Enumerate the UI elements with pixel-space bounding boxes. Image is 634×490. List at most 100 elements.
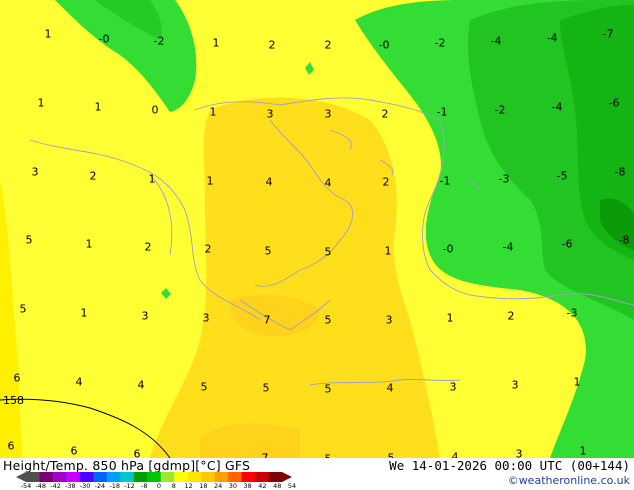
grid-value: 3: [141, 309, 149, 323]
scale-swatch: [255, 472, 270, 482]
grid-value: 1: [37, 96, 45, 110]
scale-swatch: [106, 472, 121, 482]
scale-tick-label: -24: [94, 482, 106, 490]
grid-value: 2: [204, 242, 212, 256]
grid-value: 1: [579, 444, 587, 458]
grid-value: 4: [137, 378, 145, 392]
scale-swatch: [160, 472, 175, 482]
map-fields: [0, 0, 634, 458]
scale-swatch: [133, 472, 148, 482]
grid-value: 2: [268, 38, 276, 52]
grid-value: 1: [94, 100, 102, 114]
grid-value: 4: [324, 176, 332, 190]
scale-swatch: [147, 472, 162, 482]
grid-value: 5: [264, 244, 272, 258]
scale-tick-label: 48: [273, 482, 282, 490]
grid-value: 2: [382, 175, 390, 189]
grid-value: -5: [556, 169, 568, 183]
grid-value: 5: [200, 380, 208, 394]
grid-value: 3: [31, 165, 39, 179]
grid-value: 3: [385, 313, 393, 327]
valid-time: We 14-01-2026 00:00 UTC (00+144): [389, 458, 630, 473]
grid-value: -2: [494, 103, 506, 117]
scale-swatch: [93, 472, 108, 482]
scale-swatch: [268, 472, 283, 482]
scale-tick-label: 0: [156, 482, 162, 490]
grid-value: 1: [206, 174, 214, 188]
scale-tick-label: -48: [35, 482, 47, 490]
grid-value: 3: [515, 447, 523, 459]
scale-tick-label: 54: [287, 482, 297, 490]
scale-swatch: [214, 472, 229, 482]
scale-swatch: [120, 472, 135, 482]
grid-value: -1: [439, 174, 451, 188]
scale-tick-label: -18: [109, 482, 120, 490]
scale-swatch: [66, 472, 81, 482]
grid-value: -3: [566, 306, 578, 320]
grid-value: 1: [85, 237, 93, 251]
grid-value: 6: [7, 439, 15, 453]
grid-value: 1: [573, 375, 581, 389]
grid-value: -0: [442, 242, 454, 256]
grid-value: 3: [511, 378, 519, 392]
color-scale: [16, 472, 292, 482]
grid-value: 5: [19, 302, 27, 316]
grid-value: 5: [262, 381, 270, 395]
scale-tick-label: -54: [20, 482, 32, 490]
scale-swatch: [52, 472, 67, 482]
scale-tick-label: 24: [213, 482, 223, 490]
grid-value: 2: [324, 38, 332, 52]
grid-value: 1: [80, 306, 88, 320]
scale-swatch: [228, 472, 243, 482]
contour-label: 158: [3, 394, 24, 407]
grid-value: 6: [70, 444, 78, 458]
grid-value: 1: [44, 27, 52, 41]
grid-value: 4: [75, 375, 83, 389]
scale-swatch: [241, 472, 256, 482]
grid-value: 7: [263, 313, 271, 327]
grid-value: -4: [490, 34, 502, 48]
scale-tick-label: 42: [258, 482, 267, 490]
grid-value: -2: [434, 36, 446, 50]
grid-value: 6: [133, 447, 141, 459]
grid-value: 3: [449, 380, 457, 394]
temperature-map: 1 -0 -2 1 2 2 -0 -2 -4 -4 -7 1 1 0 1 3 3…: [0, 0, 634, 458]
map-footer: Height/Temp. 850 hPa [gdmp][°C] GFS We 1…: [0, 458, 634, 490]
grid-value: 4: [451, 450, 459, 459]
grid-value: 5: [324, 245, 332, 259]
grid-value: -3: [498, 172, 510, 186]
grid-value: 3: [324, 107, 332, 121]
scale-arrow-low: [16, 472, 26, 482]
grid-value: -4: [502, 240, 514, 254]
scale-tick-label: 30: [228, 482, 238, 490]
grid-value: 3: [266, 107, 274, 121]
grid-value: 1: [209, 105, 217, 119]
scale-swatch: [39, 472, 54, 482]
grid-value: -4: [546, 31, 558, 45]
grid-value: 1: [148, 172, 156, 186]
scale-tick-label: 38: [243, 482, 252, 490]
scale-tick-label: 18: [199, 482, 208, 490]
scale-tick-label: -30: [79, 482, 91, 490]
grid-value: -6: [608, 96, 620, 110]
grid-value: 1: [384, 244, 392, 258]
grid-value: -1: [436, 105, 448, 119]
grid-value: 5: [324, 382, 332, 396]
grid-value: 0: [151, 103, 159, 117]
scale-tick-label: 12: [184, 482, 193, 490]
scale-tick-label: 8: [171, 482, 176, 490]
scale-tick-label: -42: [50, 482, 61, 490]
color-scale-ticks: -54 -48 -42 -38 -30 -24 -18 -12 -8 0 8 12 18 24 30 38 42…: [21, 482, 297, 490]
scale-tick-label: -38: [65, 482, 76, 490]
scale-swatch: [201, 472, 216, 482]
credit-link[interactable]: ©weatheronline.co.uk: [508, 474, 630, 487]
grid-value: -0: [98, 32, 110, 46]
scale-swatch: [187, 472, 202, 482]
grid-value: -8: [614, 165, 626, 179]
grid-value: -2: [153, 34, 165, 48]
scale-tick-label: -8: [140, 482, 148, 490]
grid-value: 4: [265, 175, 273, 189]
scale-swatch: [26, 472, 40, 482]
grid-value: 5: [25, 233, 33, 247]
grid-value: -7: [602, 27, 614, 41]
